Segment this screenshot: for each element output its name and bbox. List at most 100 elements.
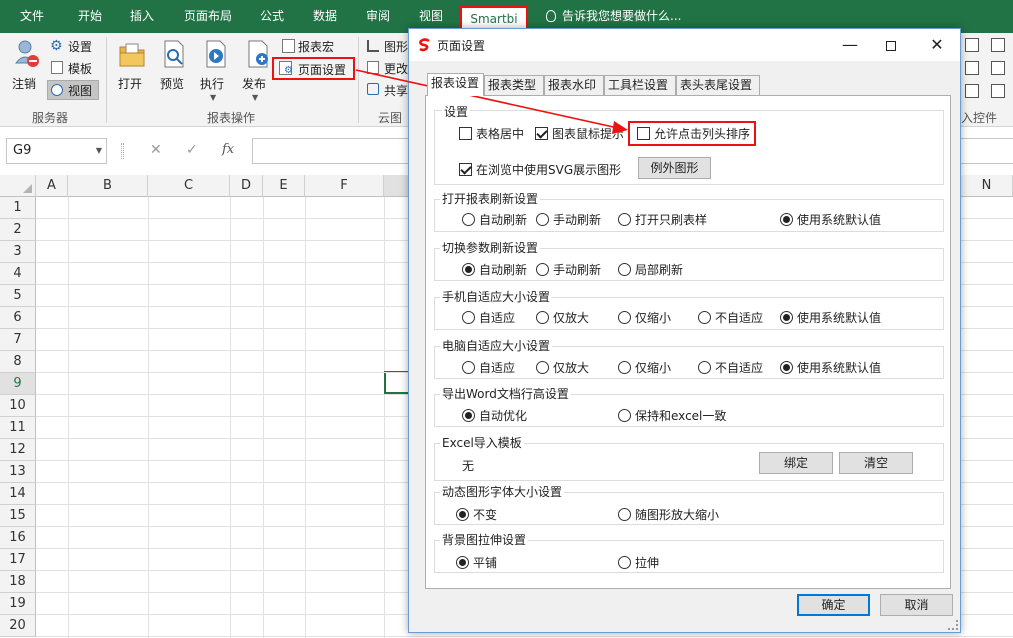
row-header[interactable]: 8 (0, 351, 36, 373)
column-header-b[interactable]: B (68, 175, 148, 197)
right-control-icon[interactable] (991, 38, 1005, 52)
row-header[interactable]: 11 (0, 417, 36, 439)
right-control-icon[interactable] (965, 84, 979, 98)
resize-grip-icon[interactable] (948, 620, 958, 630)
column-header-e[interactable]: E (263, 175, 305, 197)
row-header[interactable]: 19 (0, 593, 36, 615)
param-refresh-option[interactable]: 局部刷新 (618, 262, 683, 278)
chevron-down-icon[interactable]: ▼ (96, 139, 102, 163)
row-header[interactable]: 4 (0, 263, 36, 285)
select-all-corner[interactable] (0, 175, 36, 197)
exception-chart-button[interactable]: 例外图形 (638, 157, 711, 179)
clear-button[interactable]: 清空 (839, 452, 913, 474)
row-header[interactable]: 16 (0, 527, 36, 549)
page-setup-button[interactable]: ⚙ 页面设置 (272, 57, 355, 80)
template-button[interactable]: 模板 (48, 59, 98, 77)
mobile-fit-option[interactable]: 不自适应 (698, 310, 763, 326)
row-header[interactable]: 10 (0, 395, 36, 417)
publish-button[interactable]: 发布 ▼ (240, 37, 276, 107)
fx-icon[interactable]: fx (222, 142, 234, 157)
open-refresh-option[interactable]: 使用系统默认值 (780, 212, 881, 228)
right-control-icon[interactable] (991, 61, 1005, 75)
row-header[interactable]: 15 (0, 505, 36, 527)
tab-page-layout[interactable]: 页面布局 (180, 0, 236, 33)
preview-button[interactable]: 预览 (156, 37, 192, 93)
pc-fit-option[interactable]: 仅放大 (536, 360, 589, 376)
word-export-option[interactable]: 保持和excel一致 (618, 408, 726, 424)
tab-data[interactable]: 数据 (307, 0, 343, 33)
mobile-fit-option[interactable]: 仅缩小 (618, 310, 671, 326)
row-header[interactable]: 2 (0, 219, 36, 241)
chart-button[interactable]: 图形 (366, 37, 410, 55)
pc-fit-option[interactable]: 使用系统默认值 (780, 360, 881, 376)
row-header[interactable]: 13 (0, 461, 36, 483)
tab-file[interactable]: 文件 (14, 0, 50, 33)
mobile-fit-option[interactable]: 仅放大 (536, 310, 589, 326)
row-header[interactable]: 9 (0, 373, 36, 395)
center-table-checkbox[interactable]: 表格居中 (459, 126, 524, 142)
tab-formulas[interactable]: 公式 (254, 0, 290, 33)
cancel-button[interactable]: 取消 (880, 594, 953, 616)
tab-home[interactable]: 开始 (72, 0, 108, 33)
report-macro-button[interactable]: 报表宏 (280, 37, 340, 55)
pc-fit-option[interactable]: 仅缩小 (618, 360, 671, 376)
cancel-icon[interactable]: ✕ (150, 142, 162, 158)
execute-button[interactable]: 执行 ▼ (198, 37, 234, 107)
allow-header-sort-checkbox[interactable]: 允许点击列头排序 (637, 126, 750, 142)
settings-button[interactable]: ⚙ 设置 (48, 37, 98, 55)
right-control-icon[interactable] (965, 61, 979, 75)
row-header[interactable]: 17 (0, 549, 36, 571)
maximize-icon[interactable] (871, 33, 911, 57)
word-export-option[interactable]: 自动优化 (462, 408, 527, 424)
dynamic-font-option[interactable]: 不变 (456, 507, 497, 523)
param-refresh-option[interactable]: 手动刷新 (536, 262, 601, 278)
column-header-g[interactable] (384, 175, 410, 197)
svg-chart-checkbox[interactable]: 在浏览中使用SVG展示图形 (459, 162, 621, 178)
selected-cell[interactable] (384, 371, 410, 394)
share-button[interactable]: 共享 (366, 81, 410, 99)
chart-tooltip-checkbox[interactable]: 图表鼠标提示 (535, 126, 624, 142)
row-header[interactable]: 3 (0, 241, 36, 263)
mobile-fit-option[interactable]: 使用系统默认值 (780, 310, 881, 326)
minimize-icon[interactable]: — (830, 33, 870, 57)
close-icon[interactable]: ✕ (917, 33, 957, 57)
tab-report-type[interactable]: 报表类型 (484, 75, 544, 95)
row-header[interactable]: 14 (0, 483, 36, 505)
tab-toolbar-settings[interactable]: 工具栏设置 (604, 75, 676, 95)
pc-fit-option[interactable]: 自适应 (462, 360, 515, 376)
open-refresh-option[interactable]: 自动刷新 (462, 212, 527, 228)
ok-button[interactable]: 确定 (797, 594, 870, 616)
confirm-icon[interactable]: ✓ (186, 142, 198, 158)
row-header[interactable]: 18 (0, 571, 36, 593)
column-header-n[interactable]: N (961, 175, 1013, 197)
row-header[interactable]: 20 (0, 615, 36, 637)
row-header[interactable]: 6 (0, 307, 36, 329)
tab-report-watermark[interactable]: 报表水印 (544, 75, 604, 95)
tab-review[interactable]: 审阅 (360, 0, 396, 33)
row-header[interactable]: 12 (0, 439, 36, 461)
column-header-a[interactable]: A (36, 175, 68, 197)
open-button[interactable]: 打开 (114, 37, 150, 93)
dynamic-font-option[interactable]: 随图形放大缩小 (618, 507, 719, 523)
right-control-icon[interactable] (991, 84, 1005, 98)
dialog-title-bar[interactable]: 页面设置 — ✕ (409, 29, 960, 61)
background-option[interactable]: 平铺 (456, 555, 497, 571)
row-header[interactable]: 1 (0, 197, 36, 219)
view-button[interactable]: 视图 (47, 80, 99, 100)
open-refresh-option[interactable]: 手动刷新 (536, 212, 601, 228)
column-header-f[interactable]: F (305, 175, 384, 197)
name-box[interactable]: G9 ▼ (6, 138, 107, 164)
tab-header-footer[interactable]: 表头表尾设置 (676, 75, 760, 95)
open-refresh-option[interactable]: 打开只刷表样 (618, 212, 707, 228)
column-header-d[interactable]: D (230, 175, 263, 197)
bind-button[interactable]: 绑定 (759, 452, 833, 474)
right-control-icon[interactable] (965, 38, 979, 52)
tab-report-settings[interactable]: 报表设置 (427, 73, 484, 96)
logout-button[interactable]: 注销 (8, 37, 44, 93)
row-header[interactable]: 5 (0, 285, 36, 307)
formula-bar-grip[interactable] (121, 143, 124, 159)
mobile-fit-option[interactable]: 自适应 (462, 310, 515, 326)
tab-insert[interactable]: 插入 (124, 0, 160, 33)
row-header[interactable]: 7 (0, 329, 36, 351)
param-refresh-option[interactable]: 自动刷新 (462, 262, 527, 278)
